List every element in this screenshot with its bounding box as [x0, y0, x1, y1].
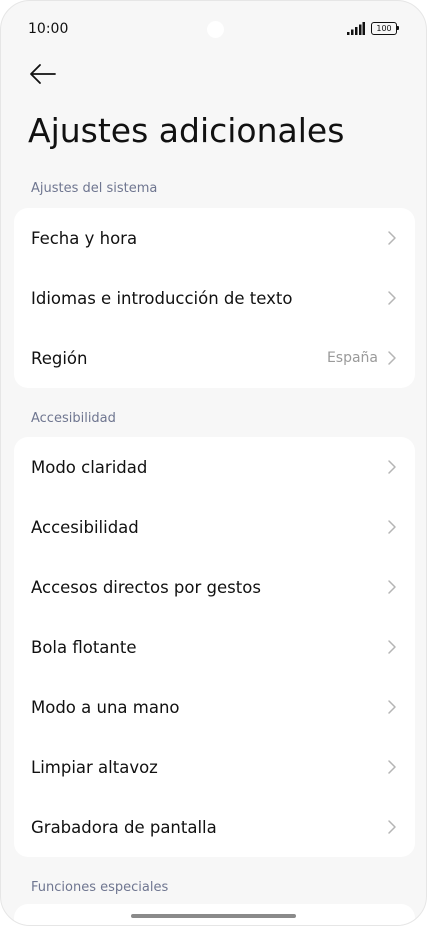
- chevron-right-icon: [388, 640, 396, 654]
- chevron-right-icon: [388, 580, 396, 594]
- chevron-right-icon: [388, 520, 396, 534]
- chevron-right-icon: [388, 291, 396, 305]
- row-clean-speaker[interactable]: Limpiar altavoz: [14, 737, 415, 797]
- row-screen-recorder[interactable]: Grabadora de pantalla: [14, 797, 415, 857]
- status-bar: 10:00 100: [1, 1, 426, 57]
- row-label: Grabadora de pantalla: [31, 817, 217, 837]
- row-date-time[interactable]: Fecha y hora: [14, 208, 415, 268]
- chevron-right-icon: [388, 700, 396, 714]
- row-label: Accesos directos por gestos: [31, 577, 261, 597]
- battery-icon: 100: [371, 22, 399, 35]
- card-system-settings: Fecha y hora Idiomas e introducción de t…: [14, 208, 415, 388]
- row-one-handed-mode[interactable]: Modo a una mano: [14, 677, 415, 737]
- row-label: Limpiar altavoz: [31, 757, 158, 777]
- row-clarity-mode[interactable]: Modo claridad: [14, 437, 415, 497]
- signal-icon: [347, 22, 365, 35]
- row-label: Idiomas e introducción de texto: [31, 288, 293, 308]
- section-header-special-features: Funciones especiales: [31, 880, 169, 895]
- row-region[interactable]: Región España: [14, 328, 415, 388]
- chevron-right-icon: [388, 231, 396, 245]
- chevron-right-icon: [388, 460, 396, 474]
- chevron-right-icon: [388, 351, 396, 365]
- battery-level: 100: [371, 22, 397, 35]
- row-label: Fecha y hora: [31, 228, 138, 248]
- row-value-region: España: [326, 350, 378, 366]
- front-camera: [207, 21, 224, 38]
- row-label: Región: [31, 348, 88, 368]
- row-label: Modo a una mano: [31, 697, 180, 717]
- phone-screen: 10:00 100 Ajustes adicionales Ajustes de…: [0, 0, 427, 926]
- section-header-system: Ajustes del sistema: [31, 181, 158, 196]
- battery-tip: [397, 26, 399, 30]
- row-accessibility[interactable]: Accesibilidad: [14, 497, 415, 557]
- row-floating-ball[interactable]: Bola flotante: [14, 617, 415, 677]
- chevron-right-icon: [388, 820, 396, 834]
- row-label: Modo claridad: [31, 457, 148, 477]
- page-title: Ajustes adicionales: [28, 111, 345, 150]
- row-label: Bola flotante: [31, 637, 137, 657]
- section-header-accessibility: Accesibilidad: [31, 411, 116, 426]
- chevron-right-icon: [388, 760, 396, 774]
- row-label: Accesibilidad: [31, 517, 139, 537]
- home-indicator[interactable]: [131, 914, 296, 918]
- card-accessibility: Modo claridad Accesibilidad Accesos dire…: [14, 437, 415, 857]
- arrow-left-icon[interactable]: [27, 61, 59, 87]
- row-gesture-shortcuts[interactable]: Accesos directos por gestos: [14, 557, 415, 617]
- row-languages-input[interactable]: Idiomas e introducción de texto: [14, 268, 415, 328]
- status-time: 10:00: [28, 21, 69, 37]
